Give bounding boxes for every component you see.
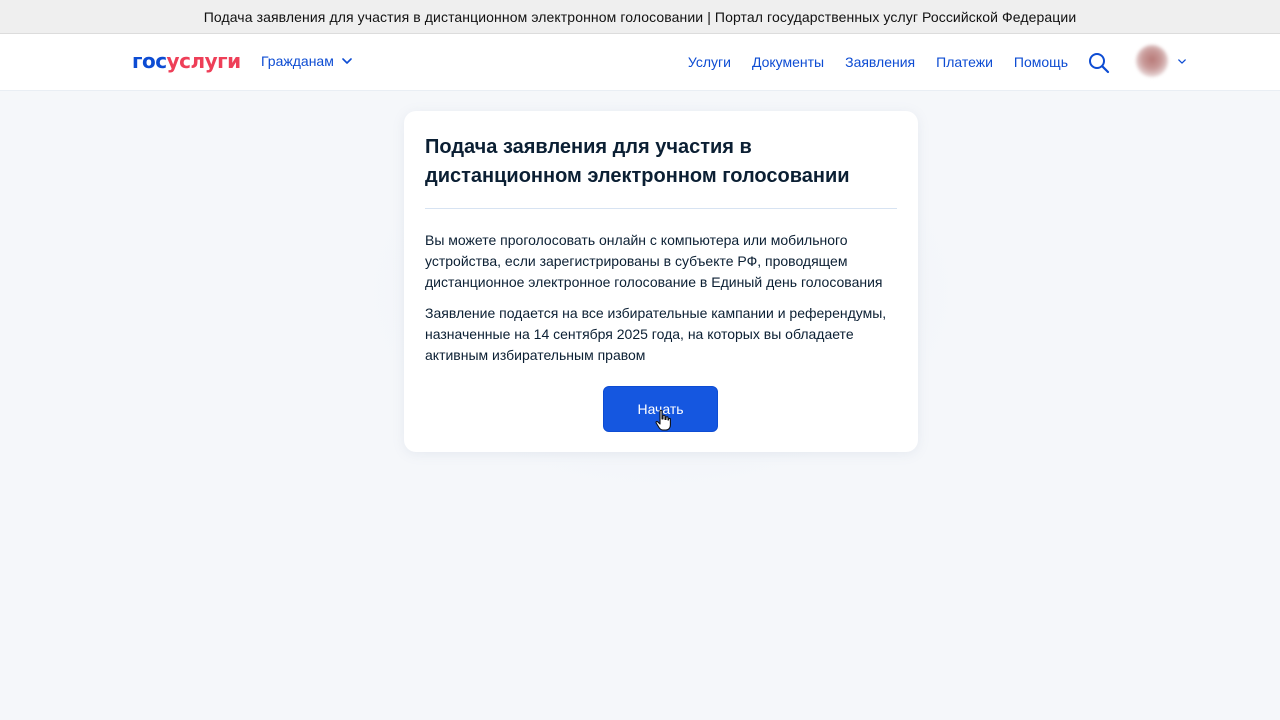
chevron-down-icon: [342, 58, 352, 64]
card-title: Подача заявления для участия в дистанцио…: [425, 136, 850, 187]
card-description: Вы можете проголосовать онлайн с компьют…: [425, 232, 883, 290]
search-icon[interactable]: [1088, 52, 1110, 74]
nav-payments[interactable]: Платежи: [936, 54, 993, 70]
nav-services[interactable]: Услуги: [688, 54, 731, 70]
window-title: Подача заявления для участия в дистанцио…: [203, 8, 1077, 25]
chevron-down-icon: [1178, 58, 1186, 64]
user-menu[interactable]: [1136, 45, 1186, 77]
window-titlebar: Подача заявления для участия в дистанцио…: [0, 0, 1280, 34]
card-note: Заявление подается на все избирательные …: [425, 305, 887, 363]
main-nav: Услуги Документы Заявления Платежи Помощ…: [667, 54, 1068, 70]
hand-pointer-icon: [655, 409, 671, 431]
logo-part-uslugi: услуги: [166, 49, 242, 73]
application-card: Подача заявления для участия в дистанцио…: [404, 111, 918, 452]
audience-dropdown[interactable]: Гражданам: [261, 53, 352, 69]
nav-documents[interactable]: Документы: [752, 54, 824, 70]
divider: [425, 208, 897, 209]
nav-help[interactable]: Помощь: [1014, 54, 1068, 70]
gosuslugi-logo[interactable]: госуслуги: [132, 49, 241, 73]
logo-part-gos: гос: [132, 49, 167, 73]
avatar: [1136, 45, 1168, 77]
nav-applications[interactable]: Заявления: [845, 54, 915, 70]
audience-label: Гражданам: [261, 53, 334, 69]
